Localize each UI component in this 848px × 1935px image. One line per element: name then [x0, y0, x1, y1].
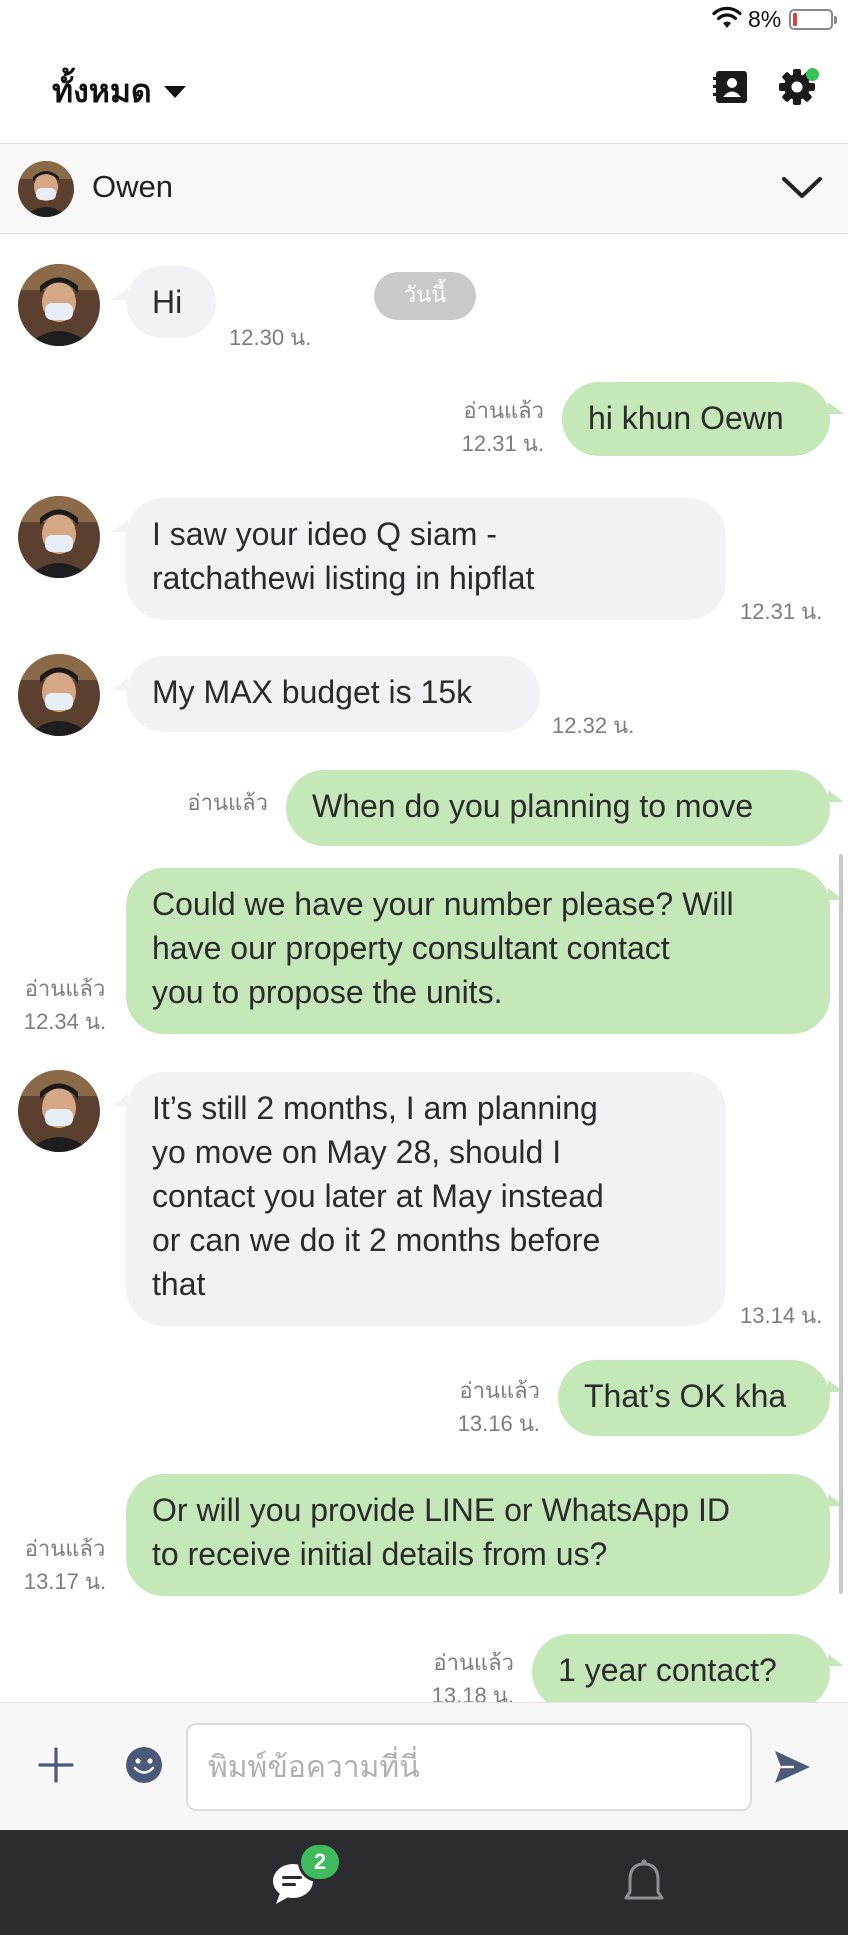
message-time: 12.30 น. — [229, 325, 312, 350]
battery-icon — [789, 9, 837, 30]
chat-messages[interactable]: วันนี้ Hi 12.30 น. อ่านแล้ว 12.31 น. hi … — [0, 234, 848, 1702]
message-time: 12.34 น. — [23, 1009, 107, 1034]
outgoing-message-bubble[interactable]: That’s OK kha — [558, 1360, 830, 1436]
message-time: 13.18 น. — [431, 1683, 514, 1702]
status-bar: 8% — [0, 0, 848, 40]
battery-percentage: 8% — [748, 6, 782, 32]
incoming-message-bubble[interactable]: Hi — [126, 266, 216, 338]
message-time: 13.14 น. — [740, 1303, 823, 1328]
message-input[interactable] — [186, 1723, 752, 1811]
outgoing-message-bubble[interactable]: hi khun Oewn — [562, 382, 830, 456]
outgoing-message-bubble[interactable]: Could we have your number please? Will h… — [126, 868, 830, 1034]
chevron-down-icon[interactable] — [780, 172, 824, 202]
message-time: 13.16 น. — [457, 1411, 540, 1436]
avatar — [18, 264, 100, 346]
caret-down-icon — [163, 85, 186, 98]
read-receipt: อ่านแล้ว 13.18 น. — [410, 1648, 514, 1702]
bottom-navigation: 2 — [0, 1830, 848, 1935]
message-time: 12.31 น. — [461, 431, 544, 456]
plus-icon[interactable] — [36, 1745, 76, 1785]
contact-name: Owen — [92, 169, 173, 204]
send-icon[interactable] — [772, 1747, 812, 1787]
read-receipt: อ่านแล้ว — [162, 788, 268, 820]
outgoing-message-bubble[interactable]: 1 year contact? — [532, 1634, 830, 1702]
avatar — [18, 496, 100, 578]
incoming-message-bubble[interactable]: My MAX budget is 15k — [126, 656, 540, 732]
read-label: อ่านแล้ว — [459, 1379, 540, 1404]
read-label: อ่านแล้ว — [433, 1651, 514, 1676]
unread-badge: 2 — [298, 1842, 342, 1882]
contact-row[interactable]: Owen — [0, 144, 848, 234]
bell-icon[interactable] — [622, 1858, 666, 1908]
message-time: 13.17 น. — [23, 1569, 107, 1594]
outgoing-message-bubble[interactable]: Or will you provide LINE or WhatsApp ID … — [126, 1474, 830, 1596]
avatar — [18, 654, 100, 736]
emoji-icon[interactable] — [124, 1745, 164, 1785]
filter-label: ทั้งหมด — [52, 72, 152, 110]
filter-dropdown[interactable]: ทั้งหมด — [52, 66, 186, 117]
read-label: อ่านแล้ว — [24, 977, 106, 1002]
read-receipt: อ่านแล้ว 13.17 น. — [10, 1534, 120, 1598]
notification-dot — [806, 68, 819, 81]
message-input-bar — [0, 1702, 848, 1830]
wifi-icon — [712, 6, 742, 28]
message-time: 12.31 น. — [740, 599, 823, 624]
read-receipt: อ่านแล้ว 12.34 น. — [10, 974, 120, 1038]
outgoing-message-bubble[interactable]: When do you planning to move — [286, 770, 830, 846]
avatar — [18, 161, 74, 217]
incoming-message-bubble[interactable]: I saw your ideo Q siam - ratchathewi lis… — [126, 498, 726, 620]
date-separator: วันนี้ — [374, 272, 476, 320]
read-receipt: อ่านแล้ว 13.16 น. — [436, 1376, 540, 1440]
read-receipt: อ่านแล้ว 12.31 น. — [440, 396, 544, 460]
contact-book-icon[interactable] — [712, 68, 750, 106]
read-label: อ่านแล้ว — [463, 399, 544, 424]
avatar — [18, 1070, 100, 1152]
chat-header: ทั้งหมด — [0, 40, 848, 144]
scrollbar[interactable] — [839, 854, 843, 1594]
read-label: อ่านแล้ว — [187, 791, 268, 816]
message-time: 12.32 น. — [552, 713, 635, 738]
read-label: อ่านแล้ว — [24, 1537, 106, 1562]
incoming-message-bubble[interactable]: It’s still 2 months, I am planning yo mo… — [126, 1072, 726, 1326]
